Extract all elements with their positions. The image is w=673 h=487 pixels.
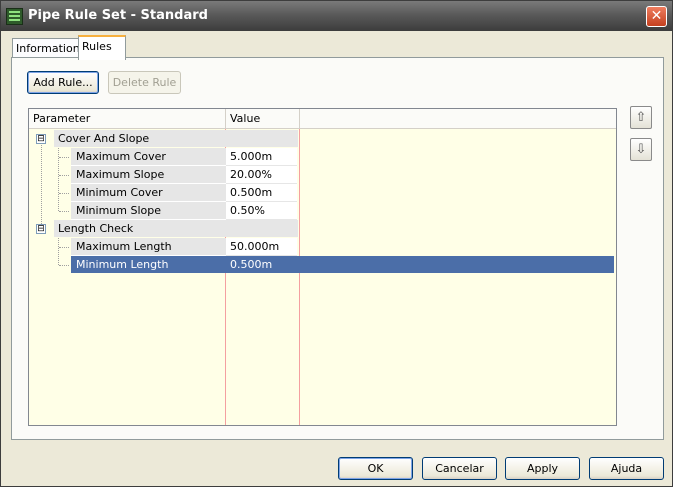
value-cell[interactable]: 5.000m [226, 148, 297, 166]
help-button[interactable]: Ajuda [589, 457, 664, 480]
group-row[interactable]: ⊟ Length Check [29, 220, 616, 238]
collapse-icon[interactable]: ⊟ [36, 224, 46, 234]
parameter-cell: Minimum Slope [71, 202, 226, 220]
parameter-cell: Minimum Cover [71, 184, 226, 202]
collapse-icon[interactable]: ⊟ [36, 134, 46, 144]
grid-header: Parameter Value [29, 109, 616, 129]
tab-rules[interactable]: Rules [78, 35, 126, 60]
table-row[interactable]: Maximum Length 50.000m [29, 238, 616, 256]
arrow-up-icon: ⇧ [635, 110, 647, 125]
title-bar[interactable]: Pipe Rule Set - Standard ✕ [1, 1, 672, 31]
cancel-button[interactable]: Cancelar [422, 457, 497, 480]
parameter-cell: Minimum Length [76, 258, 169, 271]
group-row[interactable]: ⊟ Cover And Slope [29, 130, 616, 148]
group-label: Cover And Slope [54, 130, 230, 147]
group-value-cell [226, 220, 298, 237]
value-cell[interactable]: 0.500m [226, 184, 297, 202]
ok-button[interactable]: OK [338, 457, 413, 480]
parameter-cell: Maximum Cover [71, 148, 226, 166]
table-row[interactable]: Maximum Cover 5.000m [29, 148, 616, 166]
move-up-button[interactable]: ⇧ [630, 106, 652, 129]
table-row[interactable]: Minimum Slope 0.50% [29, 202, 616, 220]
rules-grid[interactable]: Parameter Value ⊟ Cover And Slope Maximu… [28, 108, 617, 426]
parameter-cell: Maximum Slope [71, 166, 226, 184]
table-row-selected[interactable]: Minimum Length 0.500m [29, 256, 616, 274]
pipe-rule-set-icon [6, 8, 23, 25]
parameter-cell: Maximum Length [71, 238, 226, 256]
value-cell[interactable]: 0.500m [226, 256, 297, 273]
value-cell[interactable]: 50.000m [226, 238, 297, 256]
apply-button[interactable]: Apply [505, 457, 580, 480]
table-row[interactable]: Maximum Slope 20.00% [29, 166, 616, 184]
group-label: Length Check [54, 220, 230, 237]
column-header-parameter[interactable]: Parameter [29, 109, 226, 128]
tab-information[interactable]: Information [12, 38, 82, 58]
move-down-button[interactable]: ⇩ [630, 138, 652, 161]
table-row[interactable]: Minimum Cover 0.500m [29, 184, 616, 202]
value-cell[interactable]: 0.50% [226, 202, 297, 220]
dialog-window: Pipe Rule Set - Standard ✕ Information R… [0, 0, 673, 487]
arrow-down-icon: ⇩ [635, 142, 647, 157]
window-title: Pipe Rule Set - Standard [28, 8, 208, 23]
group-value-cell [226, 130, 298, 147]
close-icon: ✕ [650, 8, 663, 24]
add-rule-button[interactable]: Add Rule... [27, 71, 99, 94]
value-cell[interactable]: 20.00% [226, 166, 297, 184]
delete-rule-button[interactable]: Delete Rule [108, 71, 181, 94]
column-header-value[interactable]: Value [226, 109, 300, 128]
close-button[interactable]: ✕ [646, 6, 667, 27]
